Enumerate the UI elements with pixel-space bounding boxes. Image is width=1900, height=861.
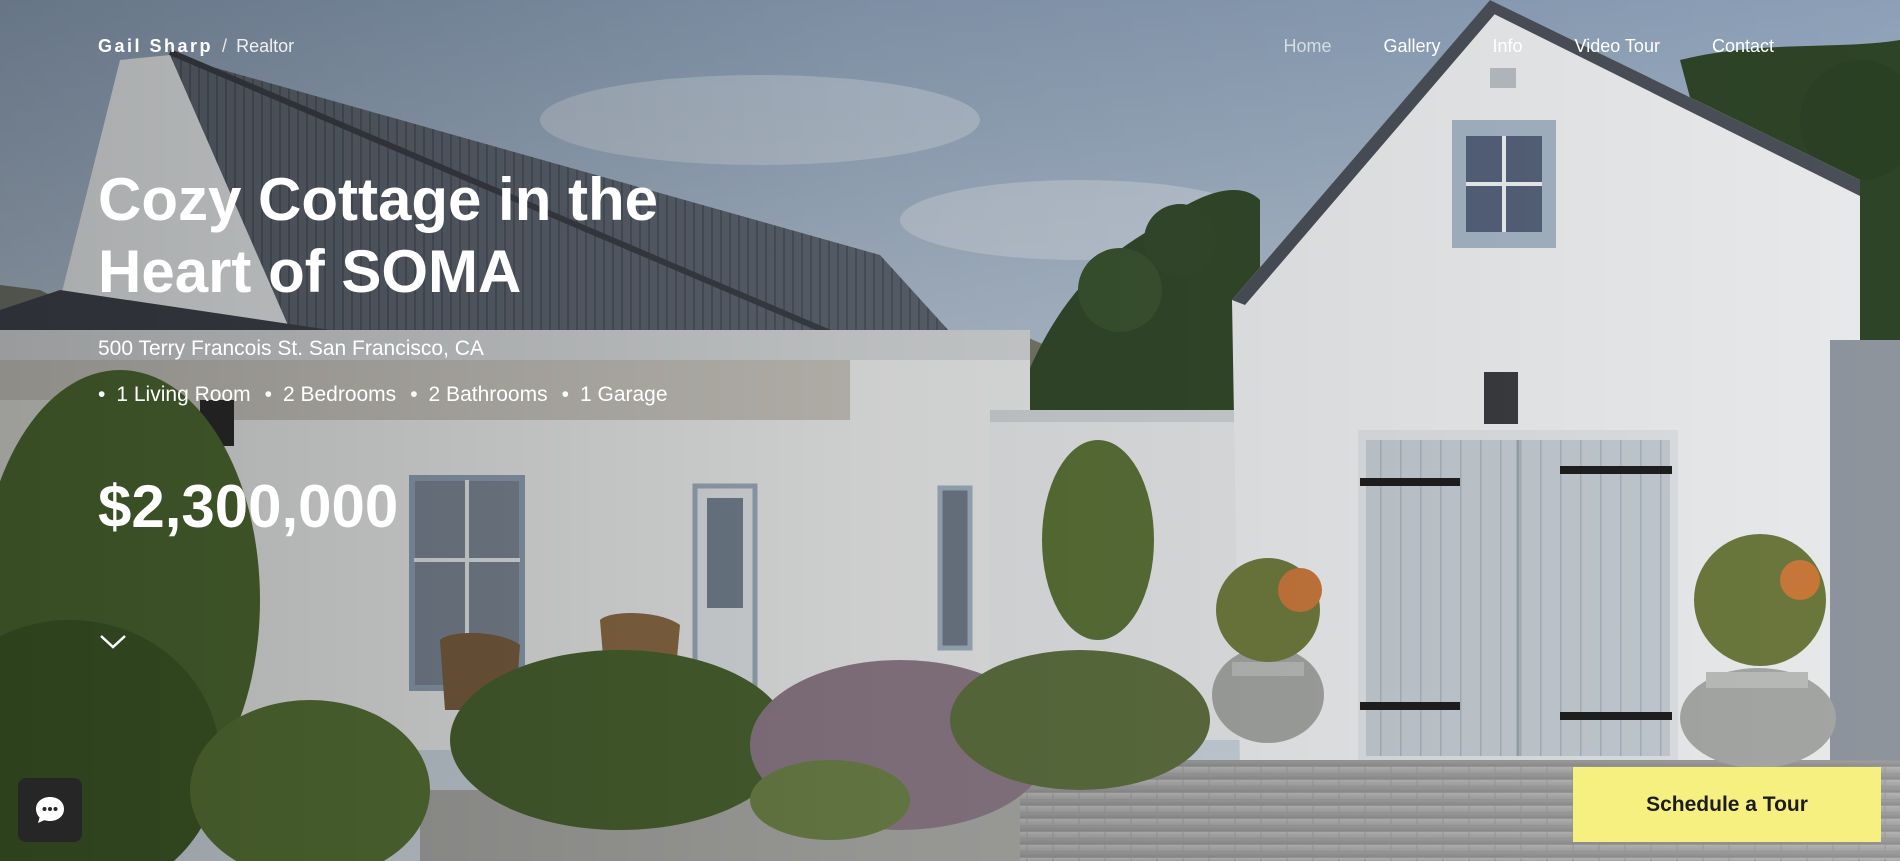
chat-button[interactable] [18,778,82,842]
feature-bathrooms: 2 Bathrooms [410,383,548,407]
listing-features: 1 Living Room 2 Bedrooms 2 Bathrooms 1 G… [98,383,668,407]
listing-title-line-1: Cozy Cottage in the [98,166,659,233]
listing-title: Cozy Cottage in the Heart of SOMA [98,164,718,308]
nav-home[interactable]: Home [1283,36,1331,57]
brand-separator: / [222,36,228,56]
brand-role: Realtor [236,36,295,56]
hero-section: Gail Sharp / Realtor Home Gallery Info V… [0,0,1900,861]
nav-contact[interactable]: Contact [1712,36,1774,57]
nav-video-tour[interactable]: Video Tour [1575,36,1660,57]
listing-price: $2,300,000 [98,473,399,540]
nav-gallery[interactable]: Gallery [1384,36,1441,57]
schedule-tour-button[interactable]: Schedule a Tour [1573,767,1881,842]
nav-info[interactable]: Info [1493,36,1523,57]
feature-garage: 1 Garage [562,383,668,407]
feature-living-room: 1 Living Room [98,383,250,407]
chevron-down-icon[interactable] [98,630,128,652]
listing-title-line-2: Heart of SOMA [98,238,522,305]
listing-address: 500 Terry Francois St. San Francisco, CA [98,337,484,360]
brand-logo[interactable]: Gail Sharp / Realtor [98,36,294,57]
hero-overlay [0,0,1900,861]
brand-name: Gail Sharp [98,36,214,56]
main-nav: Home Gallery Info Video Tour Contact [1283,36,1774,57]
feature-bedrooms: 2 Bedrooms [265,383,396,407]
chat-bubble-icon [36,797,64,823]
